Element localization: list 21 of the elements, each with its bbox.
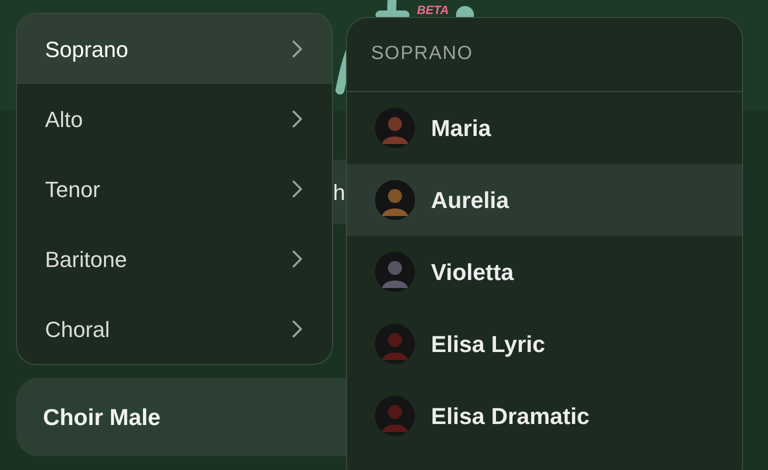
chevron-right-icon [292, 320, 302, 338]
menu-item[interactable]: Soprano [17, 14, 332, 84]
submenu-heading: SOPRANO [371, 42, 474, 66]
menu-item[interactable]: Tenor [17, 154, 332, 224]
beta-label: BETA [417, 4, 449, 16]
voice-item[interactable]: Maria [347, 92, 742, 164]
chevron-right-icon [292, 110, 302, 128]
chevron-right-icon [292, 40, 302, 58]
avatar [375, 108, 415, 148]
menu-item[interactable]: Choral [17, 294, 332, 364]
voice-item[interactable]: Aurelia [347, 164, 742, 236]
voice-item[interactable]: Elisa Lyric [347, 308, 742, 380]
menu-item[interactable]: Baritone [17, 224, 332, 294]
avatar [375, 324, 415, 364]
avatar [375, 180, 415, 220]
voice-item[interactable]: Violetta [347, 236, 742, 308]
chevron-right-icon [292, 250, 302, 268]
chevron-right-icon [292, 180, 302, 198]
avatar [375, 252, 415, 292]
menu-item[interactable]: Alto [17, 84, 332, 154]
avatar [375, 396, 415, 436]
